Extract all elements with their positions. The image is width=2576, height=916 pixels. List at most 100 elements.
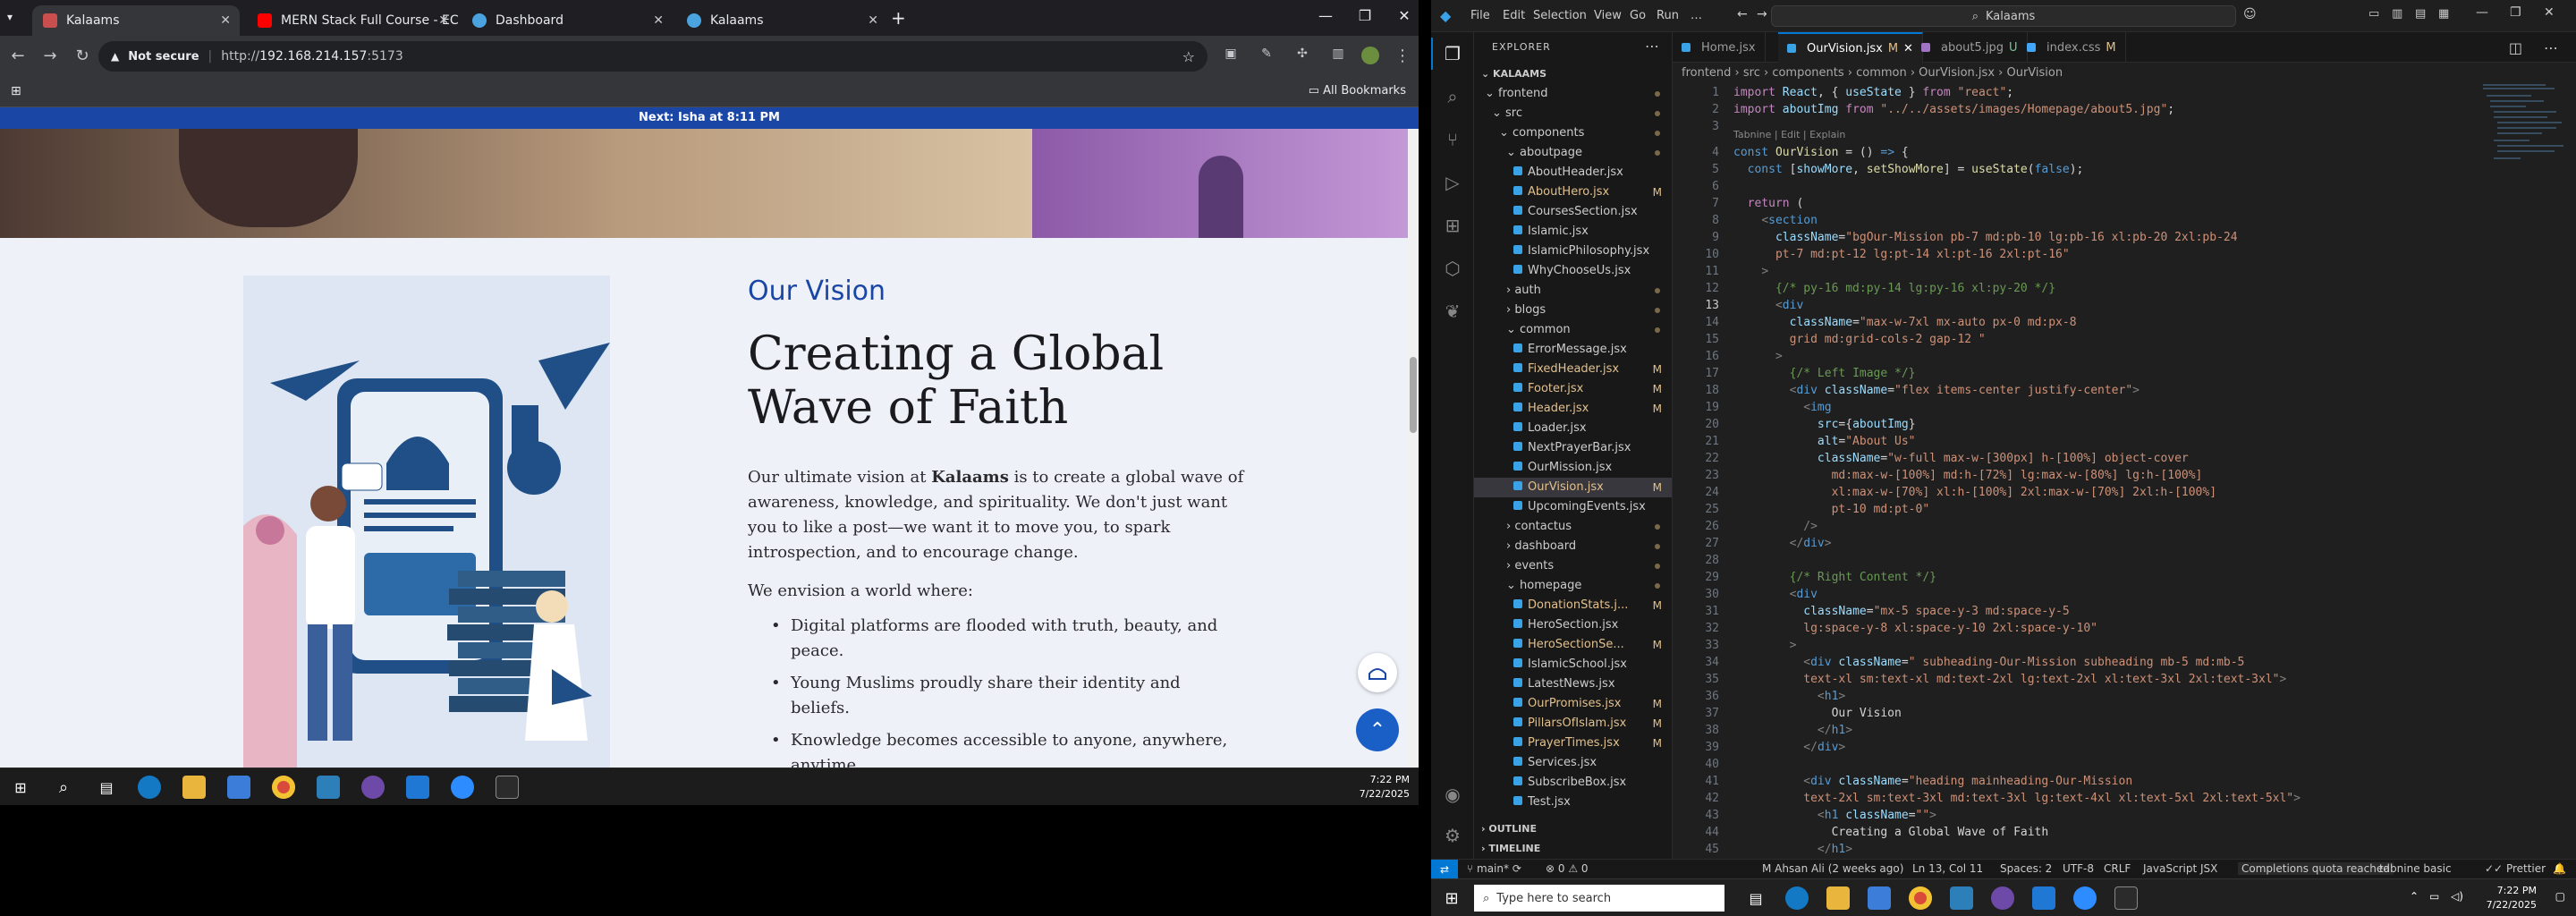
tree-file[interactable]: OurVision.jsx M xyxy=(1474,478,1672,497)
extension-icon[interactable]: ▣ xyxy=(1220,47,1241,61)
tree-folder[interactable]: › contactus xyxy=(1474,517,1672,537)
leaf-icon[interactable]: ❦ xyxy=(1440,299,1465,324)
file-explorer-icon[interactable] xyxy=(1826,886,1850,910)
tree-folder[interactable]: ⌄ src xyxy=(1474,104,1672,123)
taskbar-clock[interactable]: 7:22 PM 7/22/2025 xyxy=(1360,773,1410,802)
tree-file[interactable]: LatestNews.jsx xyxy=(1474,674,1672,694)
terminal-icon[interactable] xyxy=(2114,886,2138,910)
tree-folder[interactable]: ⌄ components xyxy=(1474,123,1672,143)
browser-tab-dashboard[interactable]: Dashboard ✕ xyxy=(462,5,673,36)
network-icon[interactable]: ▭ xyxy=(2429,890,2439,903)
tree-file[interactable]: PillarsOfIslam.jsx M xyxy=(1474,714,1672,734)
store-icon[interactable] xyxy=(1868,886,1891,910)
puzzle-icon[interactable]: ✣ xyxy=(1292,47,1313,61)
menu-edit[interactable]: Edit xyxy=(1503,9,1525,22)
tree-folder[interactable]: ⌄ frontend xyxy=(1474,84,1672,104)
tree-file[interactable]: AboutHeader.jsx xyxy=(1474,163,1672,182)
sidebar-icon[interactable]: ▥ xyxy=(1327,47,1349,61)
tree-file[interactable]: UpcomingEvents.jsx xyxy=(1474,497,1672,517)
tree-file[interactable]: FixedHeader.jsx M xyxy=(1474,360,1672,379)
tree-folder[interactable]: › auth xyxy=(1474,281,1672,301)
edge-icon[interactable] xyxy=(138,776,161,799)
tree-folder[interactable]: ⌄ common xyxy=(1474,320,1672,340)
page-scrollbar[interactable] xyxy=(1408,129,1419,768)
manage-gear-icon[interactable]: ⚙ xyxy=(1440,823,1465,848)
browser-tab-kalaams-2[interactable]: Kalaams ✕ xyxy=(676,5,887,36)
app-icon[interactable] xyxy=(1950,886,1973,910)
nav-back-icon[interactable]: ← xyxy=(1737,7,1748,21)
codelens[interactable]: Tabnine | Edit | Explain xyxy=(1733,129,1845,140)
menu-file[interactable]: File xyxy=(1470,9,1490,22)
bookmark-star-icon[interactable]: ☆ xyxy=(1182,48,1195,65)
close-tab-icon[interactable]: ✕ xyxy=(868,13,878,28)
tree-file[interactable]: CoursesSection.jsx xyxy=(1474,202,1672,222)
tree-file[interactable]: OurPromises.jsx M xyxy=(1474,694,1672,714)
close-tab-icon[interactable]: ✕ xyxy=(653,13,664,28)
tab-about5[interactable]: about5.jpg U xyxy=(1912,32,2028,63)
cursor-position[interactable]: Ln 13, Col 11 xyxy=(1912,862,1983,875)
breadcrumb[interactable]: frontend › src › components › common › O… xyxy=(1682,66,2063,80)
store-icon[interactable] xyxy=(227,776,250,799)
prettier-status[interactable]: ✓✓ Prettier xyxy=(2485,862,2546,875)
tree-file[interactable]: WhyChooseUs.jsx xyxy=(1474,261,1672,281)
tree-file[interactable]: AboutHero.jsx M xyxy=(1474,182,1672,202)
command-center[interactable]: ⌕ Kalaams xyxy=(1771,5,2236,27)
git-blame[interactable]: M Ahsan Ali (2 weeks ago) xyxy=(1762,862,1903,875)
source-control-icon[interactable]: ⑂ xyxy=(1440,127,1465,152)
menu-more[interactable]: … xyxy=(1690,9,1702,22)
chrome-icon[interactable] xyxy=(1909,886,1932,910)
branch-indicator[interactable]: ⑂ main* ⟳ xyxy=(1467,862,1521,875)
language-mode[interactable]: JavaScript JSX xyxy=(2143,862,2217,875)
tree-file[interactable]: Header.jsx M xyxy=(1474,399,1672,419)
account-icon[interactable]: ◉ xyxy=(1440,782,1465,807)
tree-folder[interactable]: › blogs xyxy=(1474,301,1672,320)
tree-file[interactable]: PrayerTimes.jsx M xyxy=(1474,734,1672,753)
minimap[interactable] xyxy=(2483,82,2563,261)
tree-file[interactable]: SubscribeBox.jsx xyxy=(1474,773,1672,793)
taskbar-clock[interactable]: 7:22 PM 7/22/2025 xyxy=(2487,884,2537,912)
tree-folder[interactable]: ⌄ aboutpage xyxy=(1474,143,1672,163)
browser-tab-mern-course[interactable]: MERN Stack Full Course - ECom ✕ xyxy=(247,5,458,36)
windows-start-icon[interactable]: ⊞ xyxy=(9,776,32,799)
maximize-icon[interactable]: ❐ xyxy=(1347,7,1383,24)
volume-icon[interactable]: ◁) xyxy=(2451,890,2463,903)
tree-folder[interactable]: › events xyxy=(1474,556,1672,576)
menu-view[interactable]: View xyxy=(1594,9,1622,22)
more-icon[interactable]: ⋯ xyxy=(2544,39,2558,56)
maximize-icon[interactable]: ❐ xyxy=(2510,5,2521,20)
remote-icon[interactable]: ⬡ xyxy=(1440,256,1465,281)
remote-indicator-icon[interactable]: ⇄ xyxy=(1431,860,1458,879)
app-icon[interactable] xyxy=(317,776,340,799)
tab-index-css[interactable]: index.css M xyxy=(2018,32,2126,63)
close-window-icon[interactable]: ✕ xyxy=(2544,5,2555,20)
close-window-icon[interactable]: ✕ xyxy=(1386,7,1419,24)
tree-file[interactable]: Footer.jsx M xyxy=(1474,379,1672,399)
tree-folder[interactable]: ⌄ homepage xyxy=(1474,576,1672,596)
browser-tab-kalaams-active[interactable]: Kalaams ✕ xyxy=(32,5,240,36)
menu-go[interactable]: Go xyxy=(1630,9,1646,22)
taskbar-search-box[interactable]: ⌕ Type here to search xyxy=(1474,885,1724,912)
tab-ourvision[interactable]: OurVision.jsx M ✕ xyxy=(1778,32,1923,63)
task-view-icon[interactable]: ▤ xyxy=(1744,886,1767,910)
run-debug-icon[interactable]: ▷ xyxy=(1440,170,1465,195)
tree-file[interactable]: ErrorMessage.jsx xyxy=(1474,340,1672,360)
tree-folder[interactable]: › dashboard xyxy=(1474,537,1672,556)
split-editor-icon[interactable]: ◫ xyxy=(2509,39,2522,56)
completions-quota[interactable]: Completions quota reached xyxy=(2238,862,2394,875)
tabnine-status[interactable]: tabnine basic xyxy=(2379,862,2452,875)
menu-selection[interactable]: Selection xyxy=(1533,9,1587,22)
reload-icon[interactable]: ↻ xyxy=(72,47,93,65)
github-icon[interactable] xyxy=(361,776,385,799)
notification-icon[interactable]: ▢ xyxy=(2555,890,2565,903)
tree-file[interactable]: Test.jsx xyxy=(1474,793,1672,812)
all-bookmarks-folder[interactable]: ▭ All Bookmarks xyxy=(1309,84,1406,98)
new-tab-icon[interactable]: + xyxy=(891,7,906,29)
address-bar[interactable]: ▲ Not secure | http://192.168.214.157:51… xyxy=(98,41,1208,72)
tree-file[interactable]: HeroSection.jsx xyxy=(1474,615,1672,635)
nav-forward-icon[interactable]: → xyxy=(1757,7,1767,21)
copilot-icon[interactable]: ☺ xyxy=(2243,7,2257,21)
notifications-bell-icon[interactable]: 🔔 xyxy=(2553,862,2566,875)
terminal-icon[interactable] xyxy=(496,776,519,799)
tree-file[interactable]: Islamic.jsx xyxy=(1474,222,1672,242)
timeline-section[interactable]: › TIMELINE xyxy=(1474,839,1672,859)
